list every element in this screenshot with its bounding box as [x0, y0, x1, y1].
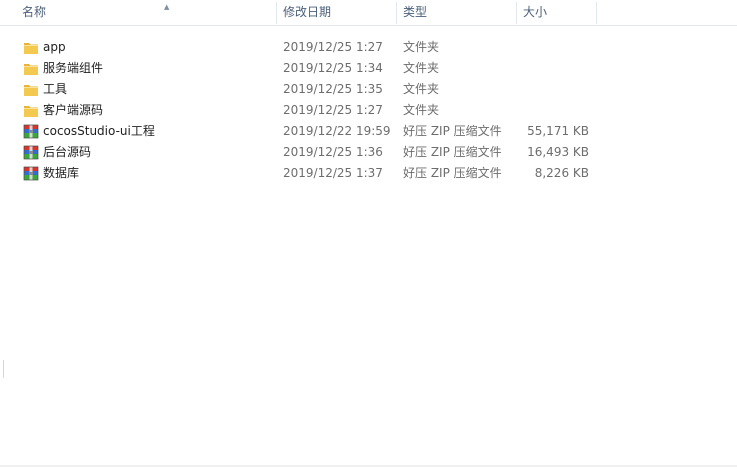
- file-name: 后台源码: [43, 145, 92, 159]
- zip-archive-icon: [23, 124, 39, 139]
- column-header-name-label: 名称: [22, 5, 47, 19]
- file-modified: 2019/12/22 19:59: [283, 124, 391, 138]
- column-divider[interactable]: [276, 2, 277, 24]
- zip-archive-icon: [23, 145, 39, 160]
- file-modified: 2019/12/25 1:35: [283, 82, 383, 96]
- column-header-size[interactable]: 大小: [523, 0, 595, 25]
- file-size: 16,493 KB: [527, 145, 589, 159]
- file-type: 文件夹: [403, 40, 440, 54]
- file-name: 客户端源码: [43, 103, 104, 117]
- file-type: 文件夹: [403, 82, 440, 96]
- file-type: 文件夹: [403, 61, 440, 75]
- file-type: 好压 ZIP 压缩文件: [403, 145, 502, 159]
- file-name: 工具: [43, 82, 68, 96]
- folder-icon: [24, 85, 38, 96]
- sort-up-icon: ▲: [164, 3, 170, 11]
- file-name: 服务端组件: [43, 61, 104, 75]
- column-divider[interactable]: [516, 2, 517, 24]
- file-row[interactable]: 后台源码 2019/12/25 1:36 好压 ZIP 压缩文件 16,493 …: [0, 142, 737, 163]
- column-header-modified-label: 修改日期: [283, 5, 332, 19]
- file-row[interactable]: app 2019/12/25 1:27 文件夹: [0, 37, 737, 58]
- file-size: 55,171 KB: [527, 124, 589, 138]
- file-modified: 2019/12/25 1:27: [283, 40, 383, 54]
- column-header-modified[interactable]: 修改日期: [283, 0, 395, 25]
- file-modified: 2019/12/25 1:36: [283, 145, 383, 159]
- file-name: cocosStudio-ui工程: [43, 124, 155, 138]
- column-header-name[interactable]: 名称 ▲: [22, 0, 275, 25]
- folder-icon: [24, 43, 38, 54]
- file-row[interactable]: 工具 2019/12/25 1:35 文件夹: [0, 79, 737, 100]
- column-divider[interactable]: [396, 2, 397, 24]
- file-type: 好压 ZIP 压缩文件: [403, 166, 502, 180]
- folder-icon: [24, 106, 38, 117]
- file-row[interactable]: 数据库 2019/12/25 1:37 好压 ZIP 压缩文件 8,226 KB: [0, 163, 737, 184]
- file-modified: 2019/12/25 1:34: [283, 61, 383, 75]
- column-header-bar: 名称 ▲ 修改日期 类型 大小: [0, 0, 737, 26]
- pane-resize-handle[interactable]: [0, 360, 4, 378]
- folder-icon: [24, 64, 38, 75]
- file-row[interactable]: 客户端源码 2019/12/25 1:27 文件夹: [0, 100, 737, 121]
- file-modified: 2019/12/25 1:37: [283, 166, 383, 180]
- file-row[interactable]: cocosStudio-ui工程 2019/12/22 19:59 好压 ZIP…: [0, 121, 737, 142]
- column-header-type-label: 类型: [403, 5, 428, 19]
- file-name: app: [43, 40, 66, 54]
- column-divider[interactable]: [596, 2, 597, 24]
- file-name: 数据库: [43, 166, 80, 180]
- file-list: app 2019/12/25 1:27 文件夹 服务端组件 2019/12/25…: [0, 37, 737, 184]
- column-header-type[interactable]: 类型: [403, 0, 513, 25]
- file-row[interactable]: 服务端组件 2019/12/25 1:34 文件夹: [0, 58, 737, 79]
- file-type: 好压 ZIP 压缩文件: [403, 124, 502, 138]
- file-type: 文件夹: [403, 103, 440, 117]
- file-modified: 2019/12/25 1:27: [283, 103, 383, 117]
- zip-archive-icon: [23, 166, 39, 181]
- column-header-size-label: 大小: [523, 5, 548, 19]
- file-size: 8,226 KB: [534, 166, 589, 180]
